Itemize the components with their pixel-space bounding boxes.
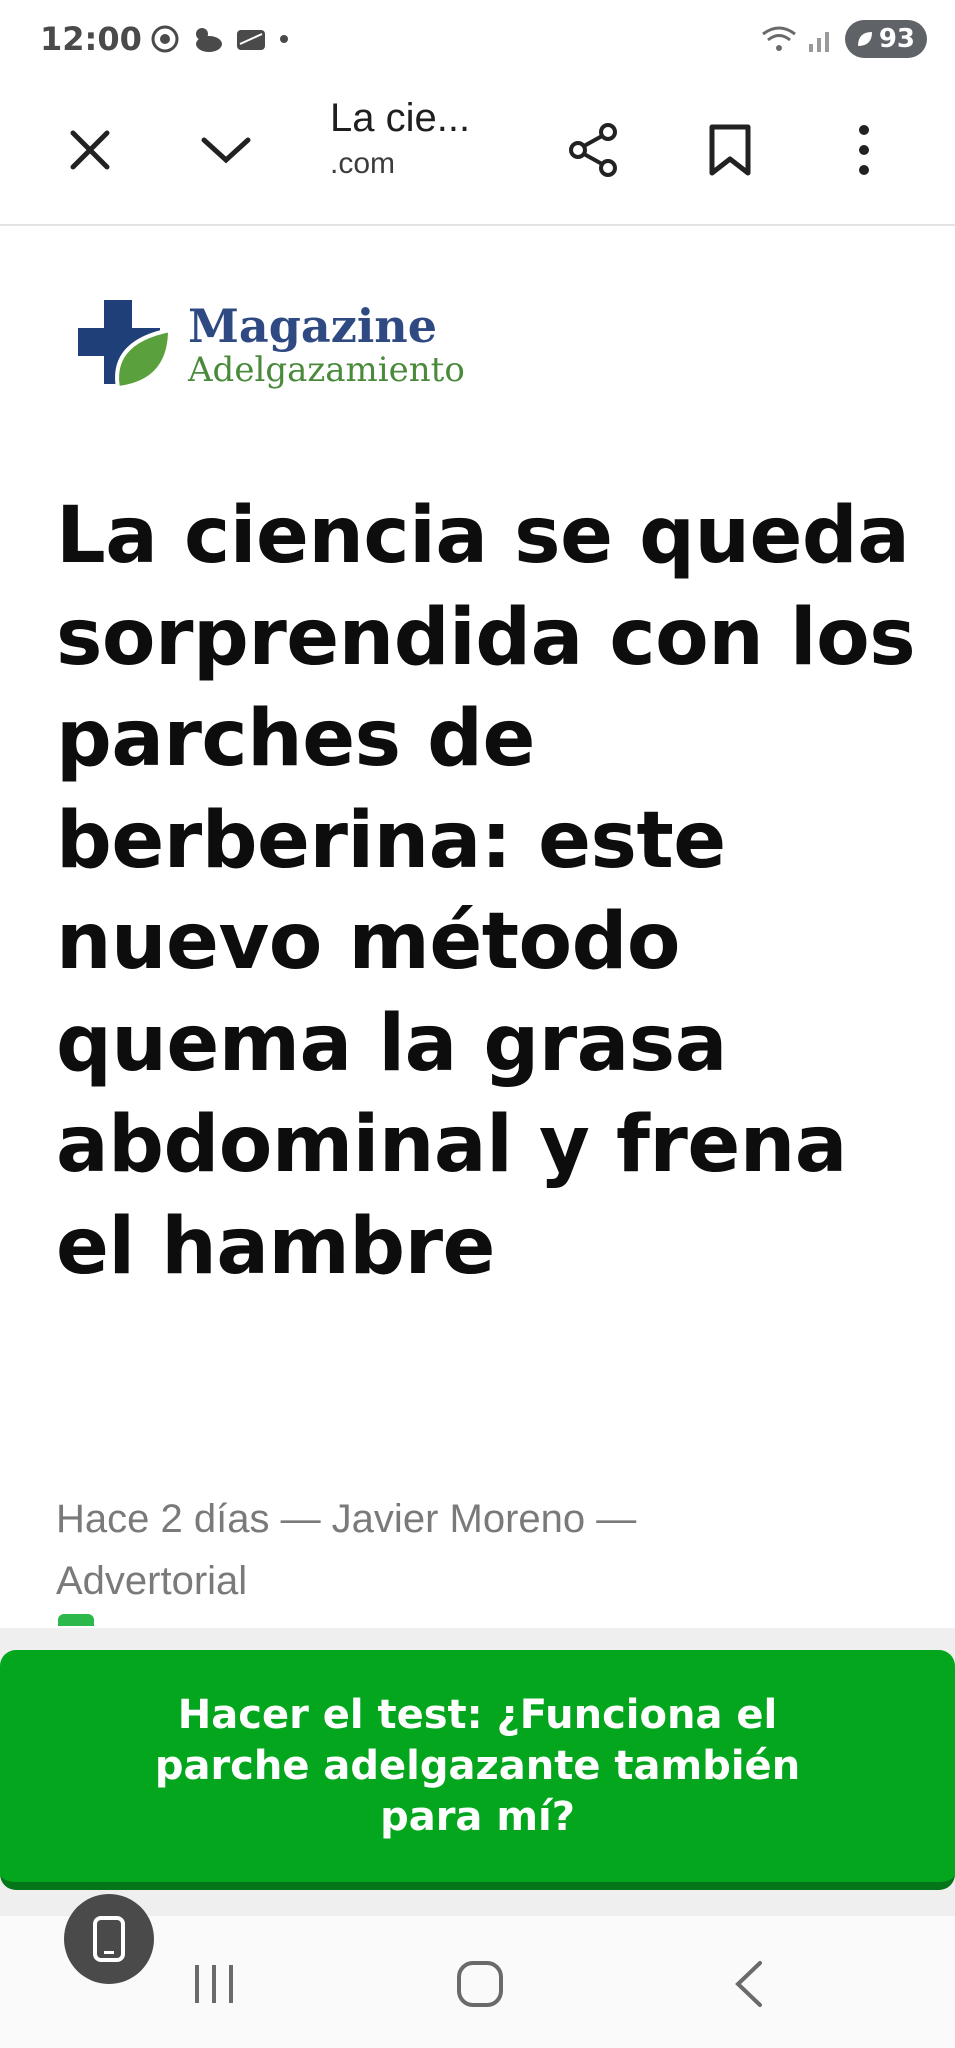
verified-line-partial (56, 1612, 96, 1626)
dot-icon (280, 35, 288, 43)
floating-device-button[interactable] (64, 1894, 154, 1984)
status-time: 12:00 (40, 20, 142, 58)
minimize-button[interactable] (190, 114, 262, 186)
medical-cross-leaf-icon (78, 300, 173, 391)
close-button[interactable] (54, 114, 126, 186)
recent-apps-icon (195, 1965, 233, 2003)
wifi-icon (761, 26, 796, 51)
weather-icon (196, 28, 222, 52)
custom-tab-toolbar: La cie... .com (0, 86, 955, 226)
more-options-button[interactable] (828, 114, 900, 186)
article-headline: La ciencia se queda sorprendida con los … (56, 491, 916, 1292)
home-icon (457, 1961, 503, 2007)
battery-level: 93 (878, 24, 915, 54)
logo-line-1: Magazine (188, 299, 438, 353)
page-title: La cie... (330, 96, 471, 140)
close-icon (70, 130, 110, 170)
signal-icon (808, 32, 829, 52)
phone-icon (93, 1916, 125, 1962)
chevron-down-icon (201, 137, 251, 164)
status-right: 93 (761, 20, 927, 58)
page-title-area[interactable]: La cie... .com (330, 96, 520, 181)
screen: 12:00 93 La cie... .com Magazine Adelgaz… (0, 0, 955, 2048)
sticky-cta-container: Hacer el test: ¿Funciona el parche adelg… (0, 1628, 955, 1916)
status-bar: 12:00 93 (0, 0, 955, 86)
site-logo[interactable]: Magazine Adelgazamiento (74, 296, 465, 396)
battery-indicator: 93 (844, 20, 927, 58)
cta-button[interactable]: Hacer el test: ¿Funciona el parche adelg… (0, 1650, 955, 1890)
bookmark-icon (709, 124, 751, 176)
logo-line-2: Adelgazamiento (188, 350, 465, 390)
check-box-icon (58, 1614, 94, 1626)
stack-app-icon (237, 30, 265, 50)
back-icon (735, 1961, 762, 2007)
share-icon (569, 123, 617, 177)
more-vert-icon (859, 125, 869, 175)
page-domain: .com (330, 147, 396, 180)
home-button[interactable] (440, 1944, 520, 2024)
logo-text: Magazine Adelgazamiento (188, 302, 465, 390)
back-button[interactable] (708, 1944, 788, 2024)
status-notification-icons (150, 24, 290, 54)
leaf-icon (857, 32, 872, 46)
share-button[interactable] (558, 114, 630, 186)
recent-apps-button[interactable] (174, 1944, 254, 2024)
article-meta: Hace 2 días — Javier Moreno — Advertoria… (56, 1497, 637, 1603)
bookmark-button[interactable] (694, 114, 766, 186)
chrome-icon (151, 25, 179, 53)
